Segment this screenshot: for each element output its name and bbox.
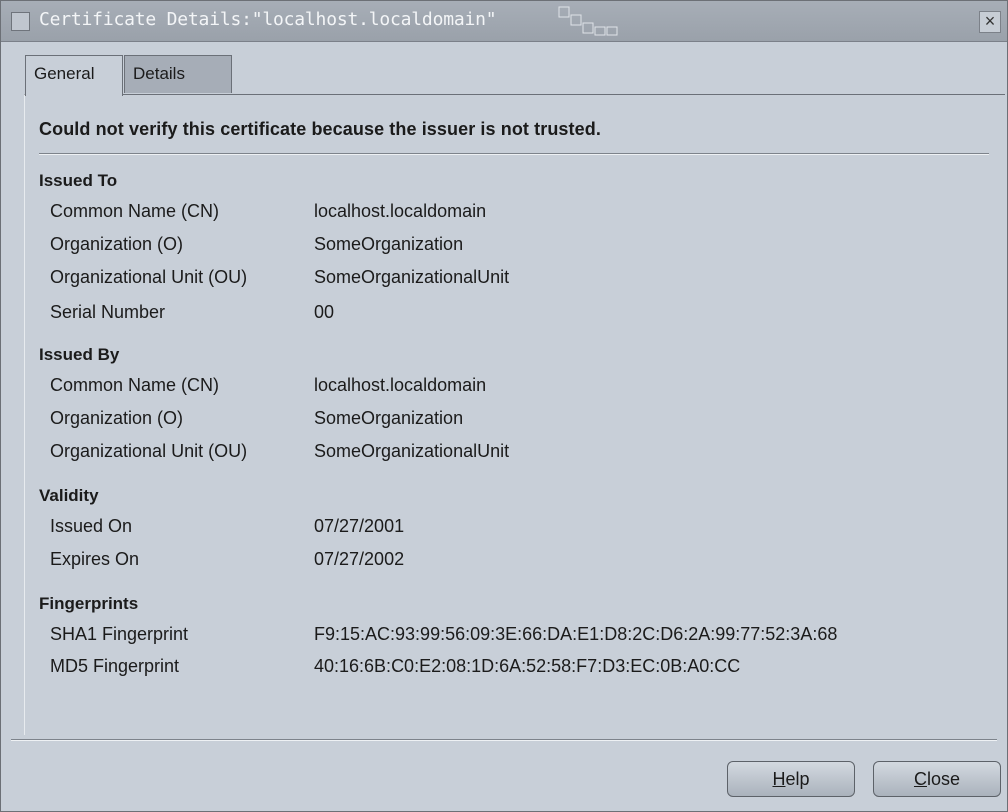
field-value: SomeOrganizationalUnit — [314, 441, 510, 461]
help-mnemonic: H — [772, 769, 786, 789]
field-value: F9:15:AC:93:99:56:09:3E:66:DA:E1:D8:2C:D… — [314, 624, 838, 644]
field-label: Common Name (CN) — [50, 201, 220, 221]
field-label: Organizational Unit (OU) — [50, 441, 248, 461]
field-label: SHA1 Fingerprint — [50, 624, 189, 644]
field-label: MD5 Fingerprint — [50, 656, 180, 676]
tab-general[interactable]: General — [25, 55, 123, 96]
field-value: 40:16:6B:C0:E2:08:1D:6A:52:58:F7:D3:EC:0… — [314, 656, 741, 676]
field-value: SomeOrganization — [314, 408, 464, 428]
certificate-details-dialog: Certificate Details:"localhost.localdoma… — [0, 0, 1008, 812]
field-value: SomeOrganization — [314, 234, 464, 254]
field-label: Serial Number — [50, 302, 166, 322]
section-title-validity: Validity — [39, 486, 99, 505]
help-button[interactable]: Help — [727, 761, 855, 797]
close-button[interactable]: Close — [873, 761, 1001, 797]
title-bar[interactable]: Certificate Details:"localhost.localdoma… — [1, 1, 1007, 42]
field-label: Common Name (CN) — [50, 375, 220, 395]
trust-warning-message: Could not verify this certificate becaus… — [39, 119, 601, 139]
field-value: localhost.localdomain — [314, 201, 487, 221]
close-label-rest: lose — [926, 769, 961, 789]
field-value: localhost.localdomain — [314, 375, 487, 395]
section-title-issued-by: Issued By — [39, 345, 120, 364]
section-title-fingerprints: Fingerprints — [39, 594, 139, 613]
window-title: Certificate Details:"localhost.localdoma… — [39, 9, 497, 30]
field-label: Expires On — [50, 549, 140, 569]
field-label: Organization (O) — [50, 408, 184, 428]
field-value: 07/27/2002 — [314, 549, 405, 569]
window-menu-icon[interactable] — [11, 12, 30, 31]
help-label-rest: elp — [785, 769, 810, 789]
tab-details[interactable]: Details — [124, 55, 232, 93]
field-value: 07/27/2001 — [314, 516, 405, 536]
section-title-issued-to: Issued To — [39, 171, 118, 190]
button-bar-divider — [11, 739, 997, 741]
field-value: SomeOrganizationalUnit — [314, 267, 510, 287]
field-label: Organization (O) — [50, 234, 184, 254]
field-label: Issued On — [50, 516, 133, 536]
field-label: Organizational Unit (OU) — [50, 267, 248, 287]
divider — [39, 153, 989, 155]
close-mnemonic: C — [913, 769, 927, 789]
close-window-icon[interactable]: × — [979, 11, 1001, 33]
field-value: 00 — [314, 302, 335, 322]
resize-grip-icon — [558, 6, 618, 36]
